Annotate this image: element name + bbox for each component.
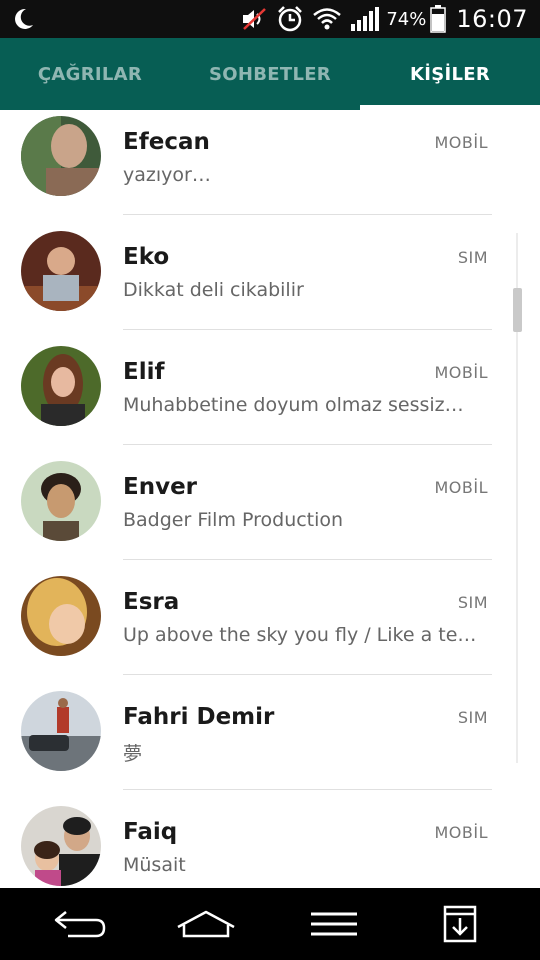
contact-name: Fahri Demir	[123, 704, 275, 730]
divider	[123, 444, 492, 445]
moon-icon	[15, 8, 33, 29]
contact-row[interactable]: Eko Dikkat deli cikabilir SIM	[0, 225, 540, 340]
contact-name: Eko	[123, 244, 170, 270]
contact-status: Badger Film Production	[123, 509, 344, 531]
avatar[interactable]	[21, 231, 101, 311]
avatar[interactable]	[21, 346, 101, 426]
avatar[interactable]	[21, 691, 101, 771]
battery-icon	[430, 5, 447, 33]
clock-time: 16:07	[456, 5, 528, 33]
avatar[interactable]	[21, 576, 101, 656]
contact-list[interactable]: Efecan yazıyor… MOBİL Eko Dikkat deli ci…	[0, 110, 540, 888]
home-button[interactable]	[166, 888, 246, 960]
contact-row[interactable]: Efecan yazıyor… MOBİL	[0, 110, 540, 225]
battery-percent: 74%	[386, 8, 427, 30]
status-bar: 74% 16:07	[0, 0, 540, 38]
back-icon	[54, 911, 106, 938]
tab-contacts[interactable]: KİŞİLER	[360, 38, 540, 110]
contact-type: SIM	[457, 708, 488, 727]
divider	[123, 789, 492, 790]
contact-row[interactable]: Faiq Müsait MOBİL	[0, 800, 540, 888]
divider	[123, 674, 492, 675]
home-icon	[177, 910, 235, 938]
back-button[interactable]	[40, 888, 120, 960]
avatar[interactable]	[21, 461, 101, 541]
contact-status: Dikkat deli cikabilir	[123, 279, 304, 301]
download-icon	[443, 905, 477, 943]
contact-type: SIM	[457, 593, 488, 612]
contact-name: Enver	[123, 474, 198, 500]
alarm-icon	[278, 6, 303, 32]
divider	[123, 559, 492, 560]
contact-status: Up above the sky you fly / Like a te…	[123, 624, 477, 646]
contact-name: Faiq	[123, 819, 178, 845]
contact-name: Esra	[123, 589, 180, 615]
contact-name: Elif	[123, 359, 165, 385]
contact-name: Efecan	[123, 129, 210, 155]
navigation-bar	[0, 888, 540, 960]
mute-icon	[243, 8, 267, 30]
tab-calls[interactable]: ÇAĞRILAR	[0, 38, 180, 110]
scrollbar-thumb[interactable]	[513, 288, 522, 332]
contact-type: MOBİL	[434, 133, 488, 152]
menu-button[interactable]	[294, 888, 374, 960]
contact-status: Muhabbetine doyum olmaz sessiz…	[123, 394, 464, 416]
contact-type: SIM	[457, 248, 488, 267]
contact-row[interactable]: Enver Badger Film Production MOBİL	[0, 455, 540, 570]
divider	[123, 214, 492, 215]
signal-icon	[351, 7, 380, 31]
contact-type: MOBİL	[434, 823, 488, 842]
wifi-icon	[313, 8, 342, 30]
menu-icon	[311, 912, 357, 936]
tab-chats[interactable]: SOHBETLER	[180, 38, 360, 110]
contact-type: MOBİL	[434, 478, 488, 497]
contact-status: yazıyor…	[123, 164, 211, 186]
tab-bar: ÇAĞRILAR SOHBETLER KİŞİLER	[0, 38, 540, 110]
divider	[123, 329, 492, 330]
contact-row[interactable]: Elif Muhabbetine doyum olmaz sessiz… MOB…	[0, 340, 540, 455]
contact-row[interactable]: Fahri Demir 夢 SIM	[0, 685, 540, 800]
contact-row[interactable]: Esra Up above the sky you fly / Like a t…	[0, 570, 540, 685]
contact-status: Müsait	[123, 854, 186, 876]
contact-status: 夢	[123, 743, 143, 765]
avatar[interactable]	[21, 806, 101, 886]
avatar[interactable]	[21, 116, 101, 196]
contact-type: MOBİL	[434, 363, 488, 382]
contacts-screen: 74% 16:07 ÇAĞRILAR SOHBETLER KİŞİLER Efe…	[0, 0, 540, 960]
notification-button[interactable]	[420, 888, 500, 960]
